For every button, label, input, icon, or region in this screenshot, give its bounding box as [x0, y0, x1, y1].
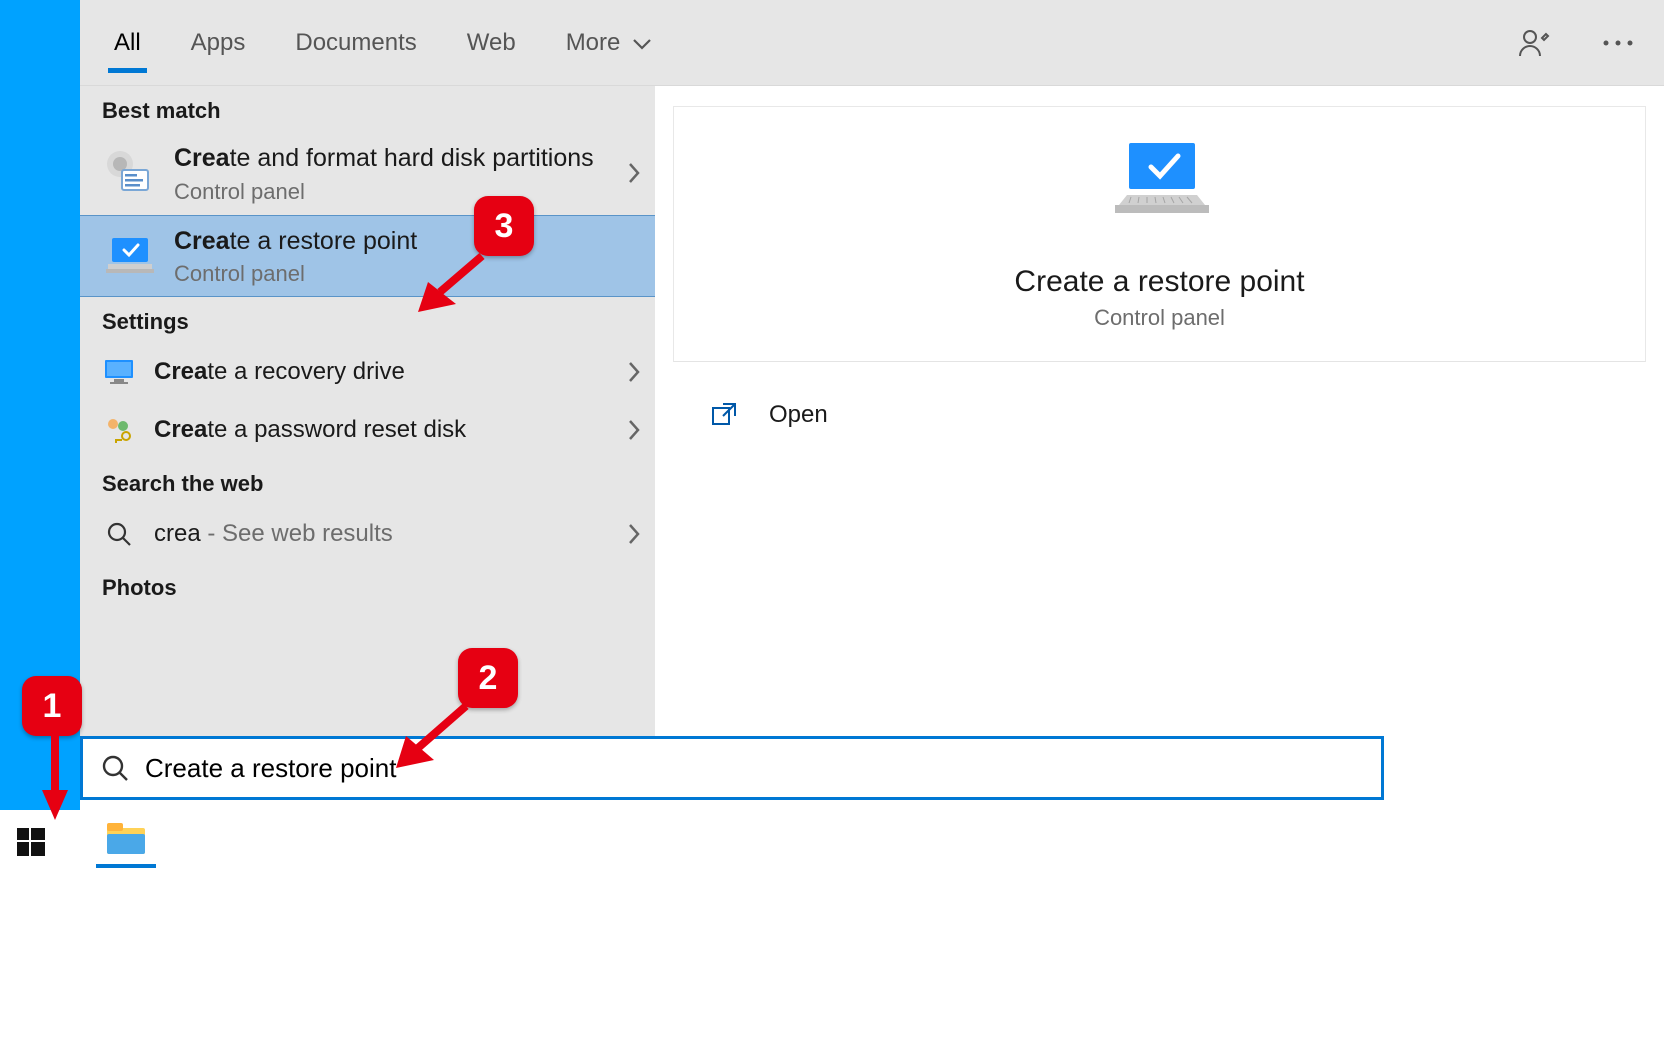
- tab-more[interactable]: More: [560, 9, 657, 77]
- search-input[interactable]: [143, 752, 1363, 785]
- result-subtitle: Control panel: [174, 261, 641, 287]
- web-rest: - See web results: [201, 520, 393, 547]
- chevron-right-icon[interactable]: [627, 161, 641, 185]
- section-photos: Photos: [80, 563, 655, 609]
- chevron-right-icon[interactable]: [627, 418, 641, 442]
- annotation-badge-1: 1: [22, 676, 82, 736]
- start-button[interactable]: [6, 820, 56, 864]
- result-rest: te and format hard disk partitions: [230, 144, 594, 172]
- tab-apps[interactable]: Apps: [185, 9, 252, 77]
- disk-partitions-icon: [102, 146, 156, 200]
- chevron-right-icon[interactable]: [627, 360, 641, 384]
- tab-all[interactable]: All: [108, 9, 147, 77]
- tab-web[interactable]: Web: [461, 9, 522, 77]
- detail-subtitle: Control panel: [694, 305, 1625, 331]
- detail-card: Create a restore point Control panel: [673, 106, 1646, 362]
- result-rest: te a recovery drive: [207, 358, 404, 385]
- result-restore-point[interactable]: Create a restore point Control panel: [80, 215, 655, 298]
- tab-documents[interactable]: Documents: [289, 9, 422, 77]
- section-best-match: Best match: [80, 86, 655, 132]
- section-settings: Settings: [80, 297, 655, 343]
- search-box[interactable]: [80, 736, 1384, 800]
- action-open[interactable]: Open: [693, 392, 1626, 438]
- detail-title: Create a restore point: [694, 265, 1625, 299]
- results-pane: Best match Create and format hard disk p…: [80, 86, 655, 736]
- tab-more-label: More: [566, 29, 621, 56]
- search-header: All Apps Documents Web More: [80, 0, 1664, 86]
- open-icon: [709, 400, 739, 430]
- result-recovery-drive[interactable]: Create a recovery drive: [80, 343, 655, 401]
- result-bold: Crea: [154, 358, 207, 385]
- action-open-label: Open: [769, 401, 828, 429]
- more-options-icon[interactable]: [1596, 21, 1640, 65]
- result-web-crea[interactable]: crea - See web results: [80, 505, 655, 563]
- result-bold: Crea: [174, 144, 230, 172]
- monitor-icon: [102, 355, 136, 389]
- web-query: crea: [154, 520, 201, 547]
- result-rest: te a password reset disk: [207, 416, 466, 443]
- file-explorer-icon[interactable]: [96, 814, 156, 868]
- search-icon: [101, 754, 129, 782]
- search-icon: [102, 517, 136, 551]
- result-bold: Crea: [174, 227, 230, 255]
- detail-restore-icon: [1105, 137, 1215, 247]
- account-icon[interactable]: [1512, 21, 1556, 65]
- result-rest: te a restore point: [230, 227, 418, 255]
- section-search-web: Search the web: [80, 459, 655, 505]
- result-password-reset[interactable]: Create a password reset disk: [80, 401, 655, 459]
- restore-point-icon: [102, 229, 156, 283]
- annotation-badge-3: 3: [474, 196, 534, 256]
- chevron-down-icon: [633, 38, 651, 50]
- result-subtitle: Control panel: [174, 179, 609, 205]
- result-disk-partitions[interactable]: Create and format hard disk partitions C…: [80, 132, 655, 215]
- detail-pane: Create a restore point Control panel Ope…: [655, 86, 1664, 736]
- annotation-badge-2: 2: [458, 648, 518, 708]
- taskbar-area: [0, 810, 1664, 1040]
- users-key-icon: [102, 413, 136, 447]
- chevron-right-icon[interactable]: [627, 522, 641, 546]
- result-bold: Crea: [154, 416, 207, 443]
